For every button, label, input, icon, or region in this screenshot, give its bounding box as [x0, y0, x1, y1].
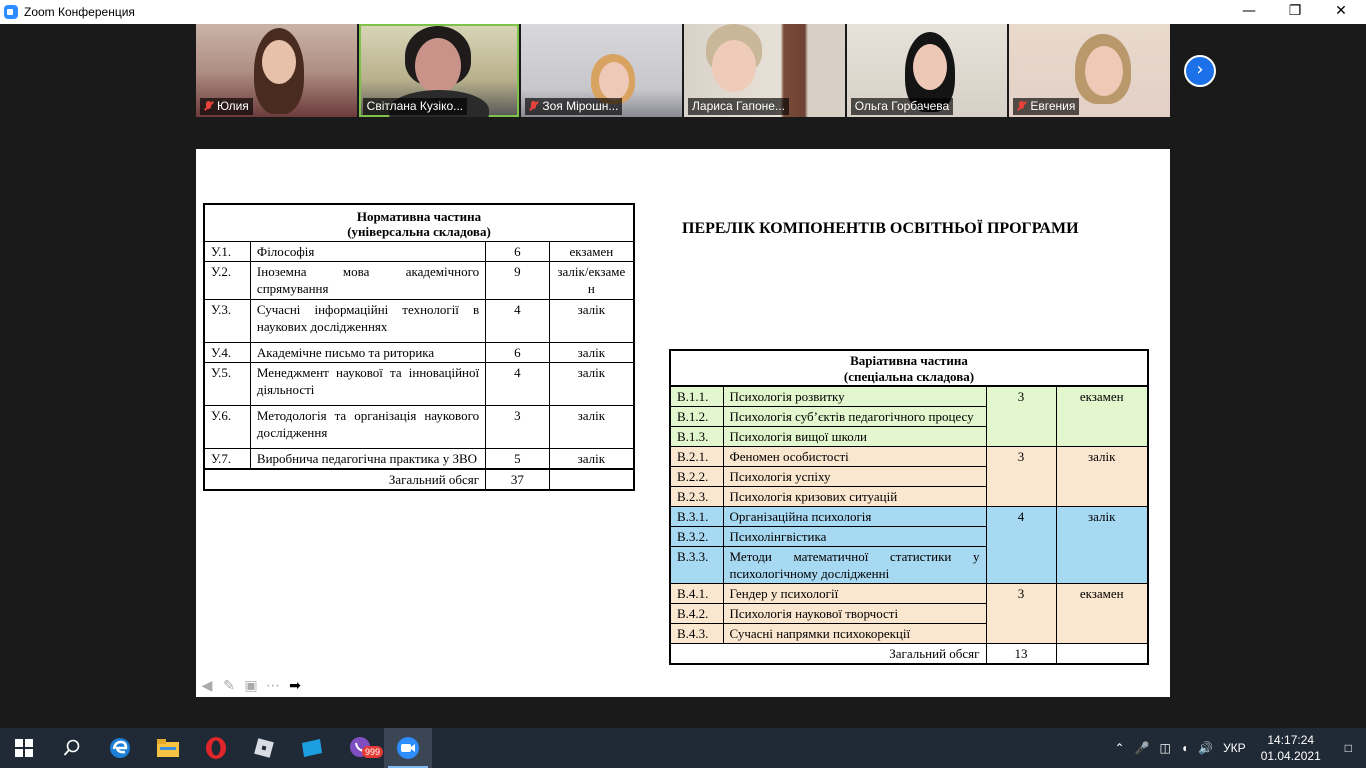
taskbar-edge[interactable]: [96, 728, 144, 768]
close-button[interactable]: ✕: [1318, 0, 1364, 24]
zoom-video-icon: [397, 737, 419, 759]
participant-tile[interactable]: Зоя Мірошн...: [521, 24, 683, 117]
start-button[interactable]: [0, 728, 48, 768]
search-button[interactable]: [48, 728, 96, 768]
system-tray: ⌃ 🎤 ◫ ◖ 🔊 УКР 14:17:24 01.04.2021 □: [1110, 728, 1366, 768]
table-row: У.6. Методологія та організація науковог…: [203, 405, 635, 449]
normative-part-table: Нормативна частина (універсальна складов…: [203, 203, 635, 491]
taskbar-roblox[interactable]: [240, 728, 288, 768]
table-row: У.7. Виробнича педагогічна практика у ЗВ…: [203, 448, 635, 470]
table-row: В.1.1. Психологія розвитку 3 екзамен: [669, 385, 1149, 447]
input-language[interactable]: УКР: [1218, 741, 1251, 755]
roblox-icon: [254, 738, 274, 758]
folder-icon: [157, 739, 179, 757]
variative-part-table: Варіативна частина (спеціальна складова)…: [669, 349, 1149, 665]
participant-tile-active[interactable]: Світлана Кузіко...: [358, 24, 520, 117]
chevron-right-icon: ›: [1196, 59, 1204, 80]
participant-name-label: Евгения: [1013, 98, 1080, 115]
pen-icon[interactable]: ✎: [220, 677, 238, 695]
wifi-icon[interactable]: ◖: [1176, 741, 1193, 755]
participant-strip: Юлия Світлана Кузіко... Зоя Мірошн... Ла…: [196, 24, 1171, 117]
next-participants-button[interactable]: ›: [1184, 55, 1216, 87]
minimize-button[interactable]: —: [1226, 0, 1272, 24]
table-row: У.3. Сучасні інформаційні технології в н…: [203, 299, 635, 343]
table-row: У.5. Менеджмент наукової та інноваційної…: [203, 362, 635, 406]
taskbar-azure-app[interactable]: [288, 728, 336, 768]
search-icon: [63, 739, 80, 756]
previous-slide-icon[interactable]: ◀: [198, 677, 216, 695]
participant-tile[interactable]: Евгения: [1009, 24, 1171, 117]
volume-icon[interactable]: 🔊: [1193, 741, 1218, 755]
table-total-row: Загальний обсяг 37: [203, 468, 635, 491]
participant-tile[interactable]: Ольга Горбачева: [846, 24, 1008, 117]
participant-tile[interactable]: Юлия: [196, 24, 357, 117]
next-slide-icon[interactable]: ➡: [286, 677, 304, 695]
windows-taskbar: 999 ⌃ 🎤 ◫ ◖ 🔊 УКР 14:17:24 01.04.2021 □: [0, 728, 1366, 768]
taskbar-viber[interactable]: 999: [336, 728, 384, 768]
slides-grid-icon[interactable]: ▣: [242, 677, 260, 695]
participant-name-label: Світлана Кузіко...: [362, 98, 468, 115]
muted-mic-icon: [204, 101, 213, 112]
muted-mic-icon: [1017, 101, 1026, 112]
table-header: Варіативна частина (спеціальна складова): [669, 349, 1149, 387]
taskbar-zoom[interactable]: [384, 728, 432, 768]
shared-screen-slide: Нормативна частина (універсальна складов…: [196, 149, 1170, 697]
edge-browser-icon: [110, 738, 130, 758]
taskbar-file-explorer[interactable]: [144, 728, 192, 768]
table-row: У.1. Філософія 6 екзамен: [203, 241, 635, 262]
opera-browser-icon: [206, 737, 226, 759]
table-row: В.3.1. Організаційна психологія 4 залік: [669, 506, 1149, 584]
table-row: В.4.1. Гендер у психології 3 екзамен: [669, 583, 1149, 644]
table-row: У.2. Іноземна мова академічного спрямува…: [203, 261, 635, 300]
window-titlebar: Zoom Конференция — ❐ ✕: [0, 0, 1366, 24]
slideshow-toolbar: ◀ ✎ ▣ ⋯ ➡: [198, 677, 304, 695]
taskbar-opera[interactable]: [192, 728, 240, 768]
notification-center-icon[interactable]: □: [1331, 741, 1366, 755]
muted-mic-icon: [529, 101, 538, 112]
battery-icon[interactable]: ◫: [1155, 741, 1176, 755]
notification-badge: 999: [362, 746, 384, 758]
participant-name-label: Юлия: [200, 98, 253, 115]
windows-logo-icon: [15, 739, 33, 757]
microphone-icon[interactable]: 🎤: [1130, 741, 1155, 755]
participant-name-label: Ольга Горбачева: [850, 98, 954, 115]
show-hidden-icons-chevron-up-icon[interactable]: ⌃: [1110, 741, 1130, 755]
table-total-row: Загальний обсяг 13: [669, 643, 1149, 665]
table-header: Нормативна частина (універсальна складов…: [203, 203, 635, 242]
table-row: У.4. Академічне письмо та риторика 6 зал…: [203, 342, 635, 363]
zoom-app-icon: [4, 5, 18, 19]
table-row: В.2.1. Феномен особистості 3 залік: [669, 446, 1149, 507]
participant-tile[interactable]: Лариса Гапоне...: [684, 24, 845, 117]
participant-name-label: Зоя Мірошн...: [525, 98, 623, 115]
azure-data-studio-icon: [302, 739, 322, 757]
slide-heading: ПЕРЕЛІК КОМПОНЕНТІВ ОСВІТНЬОЇ ПРОГРАМИ: [682, 220, 1079, 237]
more-options-icon[interactable]: ⋯: [264, 677, 282, 695]
participant-name-label: Лариса Гапоне...: [688, 98, 789, 115]
system-clock[interactable]: 14:17:24 01.04.2021: [1251, 732, 1331, 764]
window-title: Zoom Конференция: [24, 5, 135, 19]
maximize-button[interactable]: ❐: [1272, 0, 1318, 24]
